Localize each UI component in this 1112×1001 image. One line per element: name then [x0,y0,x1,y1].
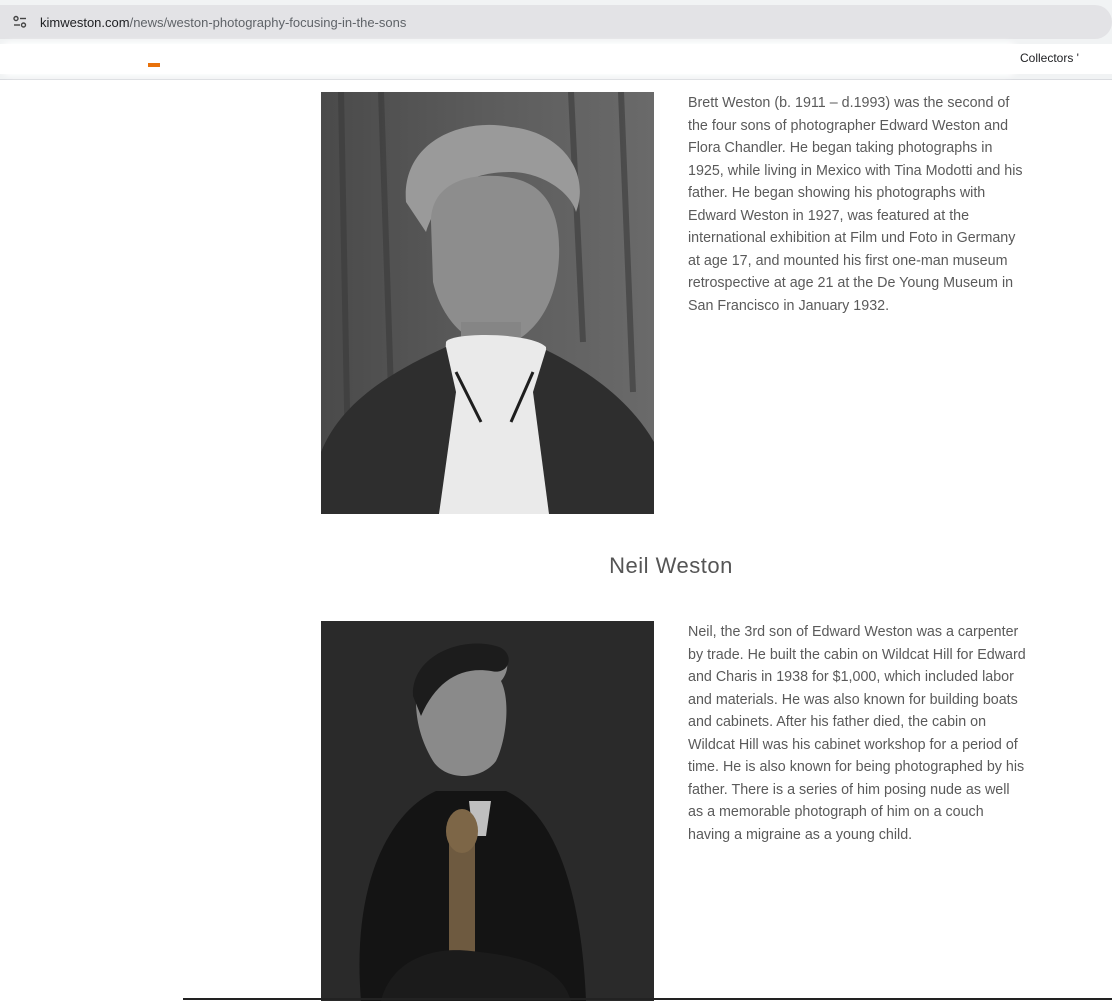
url-host: kimweston.com [40,14,130,30]
bottom-divider [183,998,1112,1000]
bookmarks-overflow-fade [1078,44,1112,74]
neil-weston-photo [321,621,654,1001]
brett-weston-bio: Brett Weston (b. 1911 – d.1993) was the … [688,95,1023,314]
site-info-icon[interactable] [10,12,30,32]
bookmark-collectors[interactable]: Collectors ' [1020,51,1080,65]
address-bar[interactable]: kimweston.com/news/weston-photography-fo… [0,5,1112,39]
neil-weston-bio: Neil, the 3rd son of Edward Weston was a… [688,624,1026,843]
brett-weston-photo [321,92,654,514]
bookmark-favicon-icon[interactable] [148,63,160,67]
redacted-bookmarks [0,46,1018,72]
neil-weston-heading: Neil Weston [609,553,733,578]
bookmarks-bar: Collectors ' [0,44,1112,74]
article-content: Brett Weston (b. 1911 – d.1993) was the … [0,80,1112,1001]
url-path: /news/weston-photography-focusing-in-the… [129,14,407,30]
browser-chrome: kimweston.com/news/weston-photography-fo… [0,0,1112,80]
url-text[interactable]: kimweston.com/news/weston-photography-fo… [40,15,406,30]
